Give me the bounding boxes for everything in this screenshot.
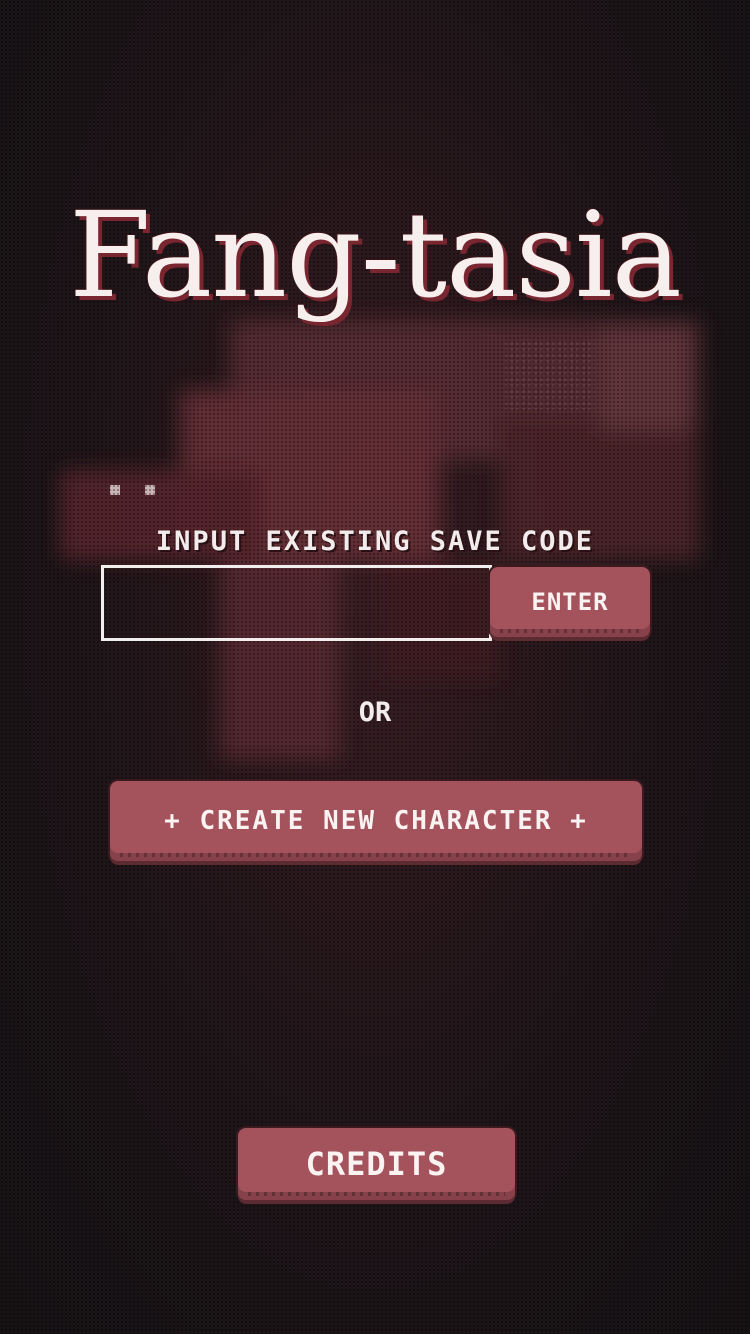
game-title: Fang-tasia (68, 186, 682, 324)
save-code-input[interactable] (101, 565, 492, 641)
enter-button[interactable]: ENTER (490, 567, 650, 637)
or-divider-label: OR (358, 697, 392, 728)
save-code-label: INPUT EXISTING SAVE CODE (155, 526, 595, 557)
credits-button[interactable]: CREDITS (238, 1128, 515, 1200)
create-new-character-button[interactable]: + CREATE NEW CHARACTER + (110, 781, 642, 861)
title-screen: Fang-tasia INPUT EXISTING SAVE CODE ENTE… (0, 0, 750, 1334)
